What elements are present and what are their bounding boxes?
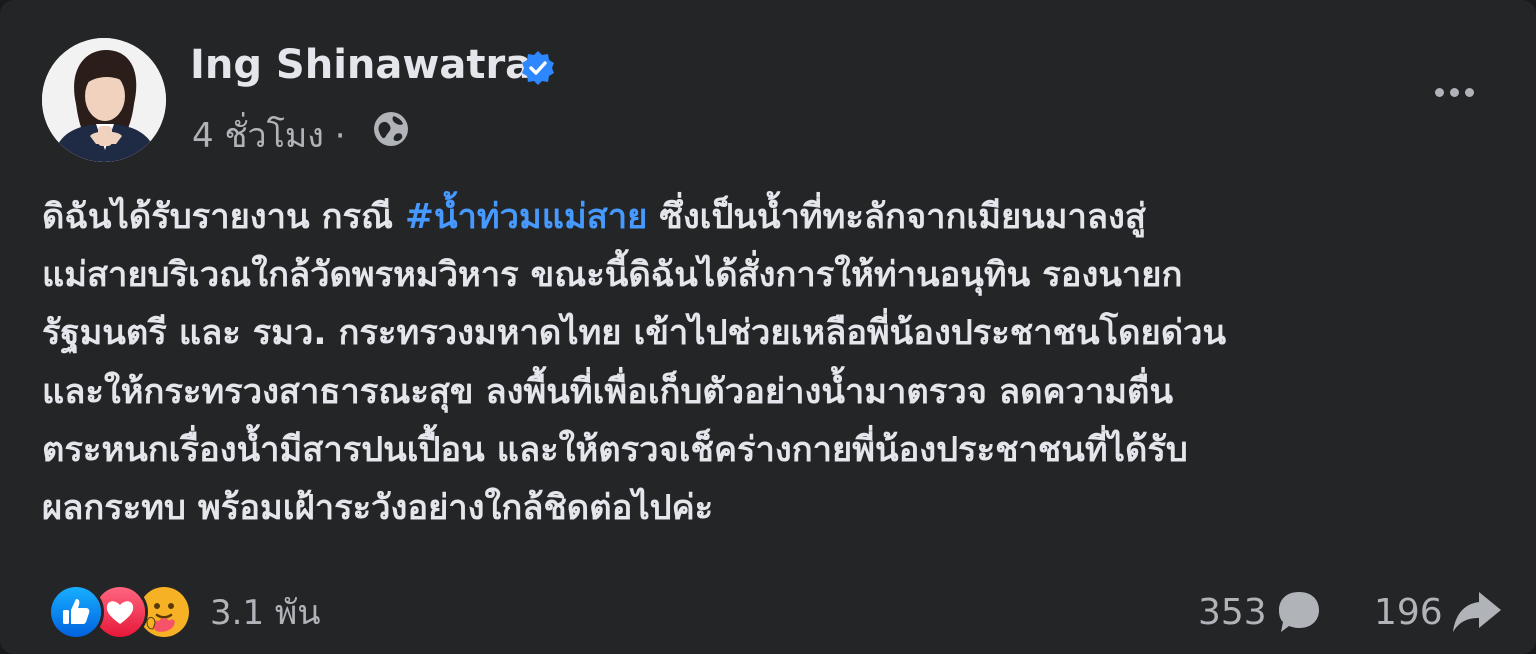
- avatar[interactable]: [42, 38, 166, 162]
- like-icon: [48, 584, 104, 640]
- post-text-line: รัฐมนตรี และ รมว. กระทรวงมหาดไทย เข้าไปช…: [42, 313, 1227, 354]
- reaction-count[interactable]: 3.1 พัน: [210, 585, 321, 639]
- more-options-button[interactable]: [1424, 70, 1484, 114]
- post-text-line: แม่สายบริเวณใกล้วัดพรหมวิหาร ขณะนี้ดิฉัน…: [42, 255, 1183, 296]
- post-body: ดิฉันได้รับรายงาน กรณี #น้ำท่วมแม่สาย ซึ…: [42, 188, 1512, 537]
- post-timestamp[interactable]: 4 ชั่วโมง ·: [192, 108, 346, 162]
- post-text-line: ตระหนกเรื่องน้ำมีสารปนเปื้อน และให้ตรวจเ…: [42, 429, 1188, 470]
- author-name[interactable]: Ing Shinawatra: [190, 42, 532, 88]
- shares-count-button[interactable]: 196: [1374, 584, 1503, 640]
- comment-bubble-icon: [1278, 592, 1319, 632]
- facebook-post: Ing Shinawatra 4 ชั่วโมง · ดิฉันได้รับรา…: [0, 0, 1536, 654]
- verified-badge-icon: [522, 51, 554, 85]
- hashtag-link[interactable]: #น้ำท่วมแม่สาย: [405, 197, 647, 237]
- comments-count-button[interactable]: 353: [1198, 584, 1323, 640]
- globe-icon: [374, 112, 408, 146]
- reactions-summary[interactable]: 3.1 พัน: [48, 584, 321, 640]
- post-text-line: ดิฉันได้รับรายงาน กรณี #น้ำท่วมแม่สาย ซึ…: [42, 197, 1146, 237]
- comments-count: 353: [1198, 591, 1267, 633]
- shares-count: 196: [1374, 591, 1443, 633]
- post-text-line: ผลกระทบ พร้อมเฝ้าระวังอย่างใกล้ชิดต่อไปค…: [42, 488, 714, 529]
- post-text-line: และให้กระทรวงสาธารณะสุข ลงพื้นที่เพื่อเก…: [42, 371, 1174, 412]
- more-options-icon: [1434, 87, 1444, 97]
- share-arrow-icon: [1452, 592, 1501, 632]
